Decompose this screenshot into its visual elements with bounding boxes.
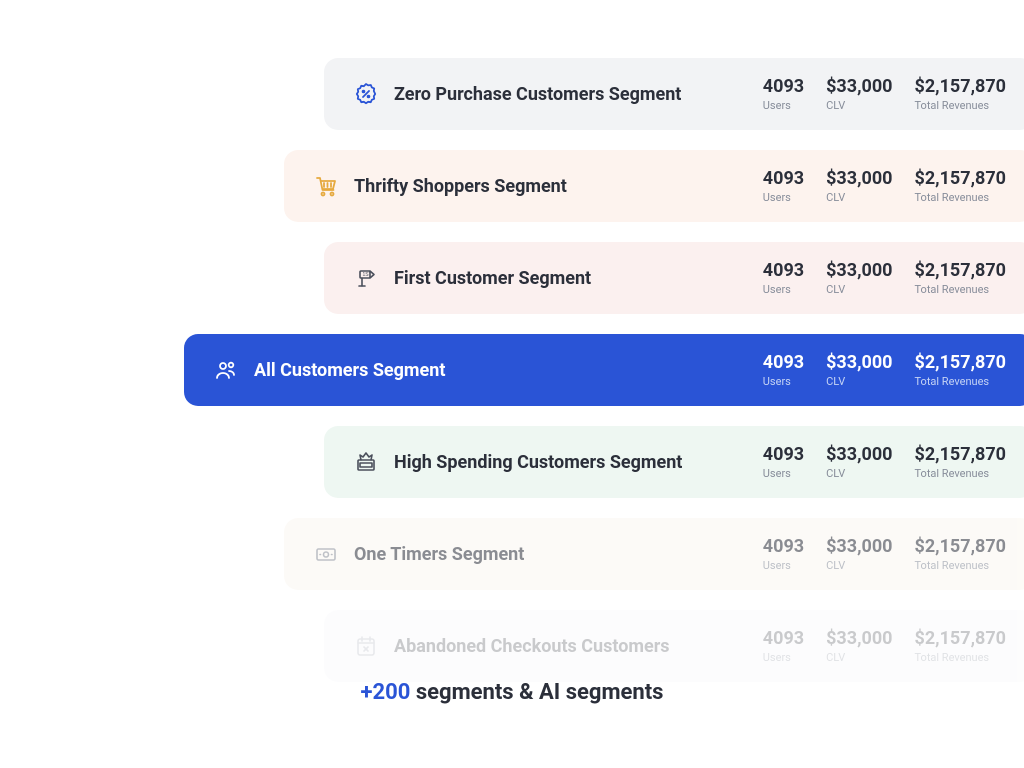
- stat-revenues: $2,157,870 Total Revenues: [915, 76, 1006, 112]
- segment-card-active[interactable]: All Customers Segment 4093 Users $33,000…: [184, 334, 1024, 406]
- segment-stats: 4093 Users $33,000 CLV $2,157,870 Total …: [763, 168, 1006, 204]
- stat-users: 4093 Users: [763, 168, 804, 204]
- segment-card[interactable]: 1ST First Customer Segment 4093 Users $3…: [324, 242, 1024, 314]
- stat-clv: $33,000 CLV: [826, 168, 892, 204]
- segment-card[interactable]: High Spending Customers Segment 4093 Use…: [324, 426, 1024, 498]
- segment-stats: 4093 Users $33,000 CLV $2,157,870 Total …: [763, 628, 1006, 664]
- footer-rest: segments & AI segments: [410, 680, 663, 705]
- stat-revenues: $2,157,870 Total Revenues: [915, 444, 1006, 480]
- stat-clv: $33,000 CLV: [826, 628, 892, 664]
- calendar-x-icon: [352, 632, 380, 660]
- stat-users: 4093 Users: [763, 352, 804, 388]
- cash-icon: [312, 540, 340, 568]
- svg-text:1ST: 1ST: [363, 272, 372, 278]
- stat-users: 4093 Users: [763, 444, 804, 480]
- stat-clv: $33,000 CLV: [826, 536, 892, 572]
- segment-stats: 4093 Users $33,000 CLV $2,157,870 Total …: [763, 260, 1006, 296]
- percent-badge-icon: [352, 80, 380, 108]
- segment-title: High Spending Customers Segment: [394, 452, 763, 473]
- first-flag-icon: 1ST: [352, 264, 380, 292]
- stat-users: 4093 Users: [763, 260, 804, 296]
- segment-title: First Customer Segment: [394, 268, 763, 289]
- stat-clv: $33,000 CLV: [826, 76, 892, 112]
- stat-revenues: $2,157,870 Total Revenues: [915, 260, 1006, 296]
- segment-title: All Customers Segment: [254, 360, 763, 381]
- stat-clv: $33,000 CLV: [826, 352, 892, 388]
- segment-stats: 4093 Users $33,000 CLV $2,157,870 Total …: [763, 352, 1006, 388]
- stat-revenues: $2,157,870 Total Revenues: [915, 168, 1006, 204]
- footer-caption: +200 segments & AI segments: [0, 680, 1024, 705]
- segment-card[interactable]: One Timers Segment 4093 Users $33,000 CL…: [284, 518, 1024, 590]
- stat-users: 4093 Users: [763, 628, 804, 664]
- cart-icon: [312, 172, 340, 200]
- segment-card[interactable]: Zero Purchase Customers Segment 4093 Use…: [324, 58, 1024, 130]
- stat-users: 4093 Users: [763, 76, 804, 112]
- stat-users: 4093 Users: [763, 536, 804, 572]
- segment-title: One Timers Segment: [354, 544, 763, 565]
- stat-revenues: $2,157,870 Total Revenues: [915, 536, 1006, 572]
- stat-clv: $33,000 CLV: [826, 260, 892, 296]
- stat-revenues: $2,157,870 Total Revenues: [915, 352, 1006, 388]
- segment-stats: 4093 Users $33,000 CLV $2,157,870 Total …: [763, 444, 1006, 480]
- segment-title: Thrifty Shoppers Segment: [354, 176, 763, 197]
- segment-card[interactable]: Thrifty Shoppers Segment 4093 Users $33,…: [284, 150, 1024, 222]
- footer-accent: +200: [361, 680, 411, 705]
- stat-clv: $33,000 CLV: [826, 444, 892, 480]
- segment-title: Abandoned Checkouts Customers: [394, 636, 763, 657]
- stat-revenues: $2,157,870 Total Revenues: [915, 628, 1006, 664]
- crown-box-icon: [352, 448, 380, 476]
- segment-card[interactable]: Abandoned Checkouts Customers 4093 Users…: [324, 610, 1024, 682]
- segment-stats: 4093 Users $33,000 CLV $2,157,870 Total …: [763, 76, 1006, 112]
- users-icon: [212, 356, 240, 384]
- segment-title: Zero Purchase Customers Segment: [394, 84, 763, 105]
- segments-stage: Zero Purchase Customers Segment 4093 Use…: [0, 0, 1024, 768]
- segment-stats: 4093 Users $33,000 CLV $2,157,870 Total …: [763, 536, 1006, 572]
